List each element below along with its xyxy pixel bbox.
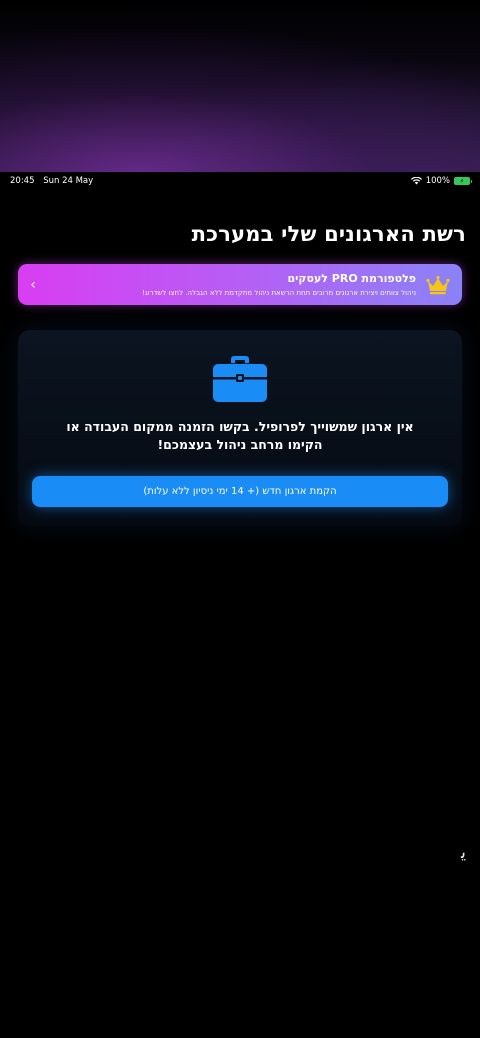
battery-charging-icon: ⚡ xyxy=(454,177,472,185)
briefcase-icon xyxy=(213,356,267,402)
status-date: Sun 24 May xyxy=(43,176,94,186)
empty-state-card: אין ארגון שמשוייך לפרופיל. בקשו הזמנה ממ… xyxy=(18,330,462,526)
pro-upgrade-banner[interactable]: ‹ פלטפורמת PRO לעסקים ניהול צוותים ויציר… xyxy=(18,264,462,305)
edge-handle-icon: ﯾ xyxy=(461,842,467,863)
wifi-icon xyxy=(410,177,422,185)
empty-state-message: אין ארגון שמשוייך לפרופיל. בקשו הזמנה ממ… xyxy=(66,419,414,452)
chevron-left-icon: ‹ xyxy=(30,276,36,293)
crown-icon xyxy=(426,275,450,294)
pro-banner-title: פלטפורמת PRO לעסקים xyxy=(287,271,417,285)
page-title: רשת הארגונים שלי במערכת xyxy=(191,222,466,246)
create-organization-button[interactable]: הקמת ארגון חדש (+ 14 ימי ניסיון ללא עלות… xyxy=(32,476,448,507)
status-bar: 20:45 Sun 24 May 100% ⚡ xyxy=(0,172,480,190)
top-background-glow xyxy=(0,0,480,172)
battery-percent: 100% xyxy=(425,176,450,186)
pro-banner-subtitle: ניהול צוותים ויצירת ארגונים מרובים תחת ה… xyxy=(141,288,416,297)
status-time: 20:45 xyxy=(10,176,35,186)
